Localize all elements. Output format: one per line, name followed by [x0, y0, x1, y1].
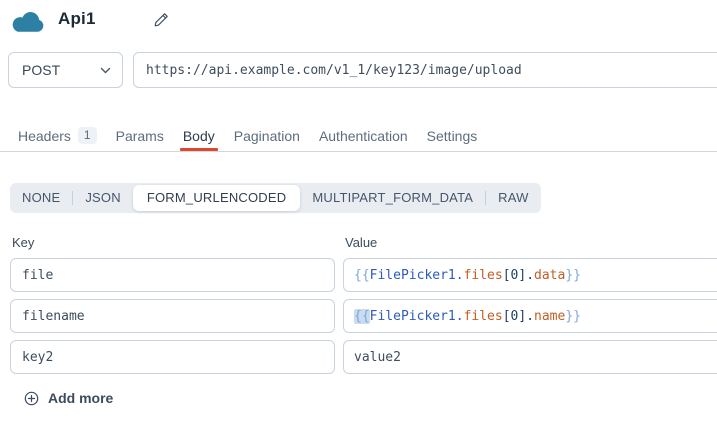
chevron-down-icon: [100, 67, 111, 74]
body-type-form-urlencoded[interactable]: FORM_URLENCODED: [133, 185, 301, 211]
body-type-json[interactable]: JSON: [73, 183, 132, 213]
add-more-label: Add more: [48, 390, 113, 406]
headers-count-badge: 1: [78, 127, 97, 144]
body-type-raw[interactable]: RAW: [486, 183, 540, 213]
tab-bar: Headers 1 Params Body Pagination Authent…: [0, 120, 717, 152]
value-field-2[interactable]: {{FilePicker1.files[0].name}}: [343, 299, 717, 333]
api-editor-panel: Api1 POST Headers 1 Params Body Paginati…: [0, 0, 717, 434]
tab-pagination[interactable]: Pagination: [234, 120, 300, 151]
tab-label: Body: [183, 128, 215, 144]
pencil-icon[interactable]: [152, 12, 170, 30]
add-more-button[interactable]: Add more: [24, 390, 113, 406]
key-field-2[interactable]: [10, 299, 335, 333]
cloud-icon: [10, 8, 47, 33]
tab-label: Headers: [18, 128, 71, 144]
tab-body[interactable]: Body: [183, 120, 215, 151]
url-input[interactable]: [133, 52, 717, 88]
key-column-header: Key: [12, 235, 34, 250]
method-value: POST: [22, 62, 60, 78]
page-title: Api1: [58, 9, 96, 29]
tab-label: Params: [116, 128, 164, 144]
key-field-1[interactable]: [10, 258, 335, 292]
value-column-header: Value: [345, 235, 377, 250]
key-field-3[interactable]: [10, 340, 335, 374]
method-select[interactable]: POST: [8, 52, 123, 88]
tab-settings[interactable]: Settings: [427, 120, 478, 151]
tab-label: Authentication: [319, 128, 408, 144]
tab-label: Pagination: [234, 128, 300, 144]
value-field-3[interactable]: value2: [343, 340, 717, 374]
body-type-multipart-form-data[interactable]: MULTIPART_FORM_DATA: [300, 183, 485, 213]
plus-circle-icon: [24, 391, 39, 406]
body-type-none[interactable]: NONE: [10, 183, 72, 213]
tab-headers[interactable]: Headers 1: [18, 120, 97, 151]
tab-params[interactable]: Params: [116, 120, 164, 151]
tab-label: Settings: [427, 128, 478, 144]
body-type-selector: NONE JSON FORM_URLENCODED MULTIPART_FORM…: [10, 183, 541, 213]
tab-authentication[interactable]: Authentication: [319, 120, 408, 151]
value-field-1[interactable]: {{FilePicker1.files[0].data}}: [343, 258, 717, 292]
